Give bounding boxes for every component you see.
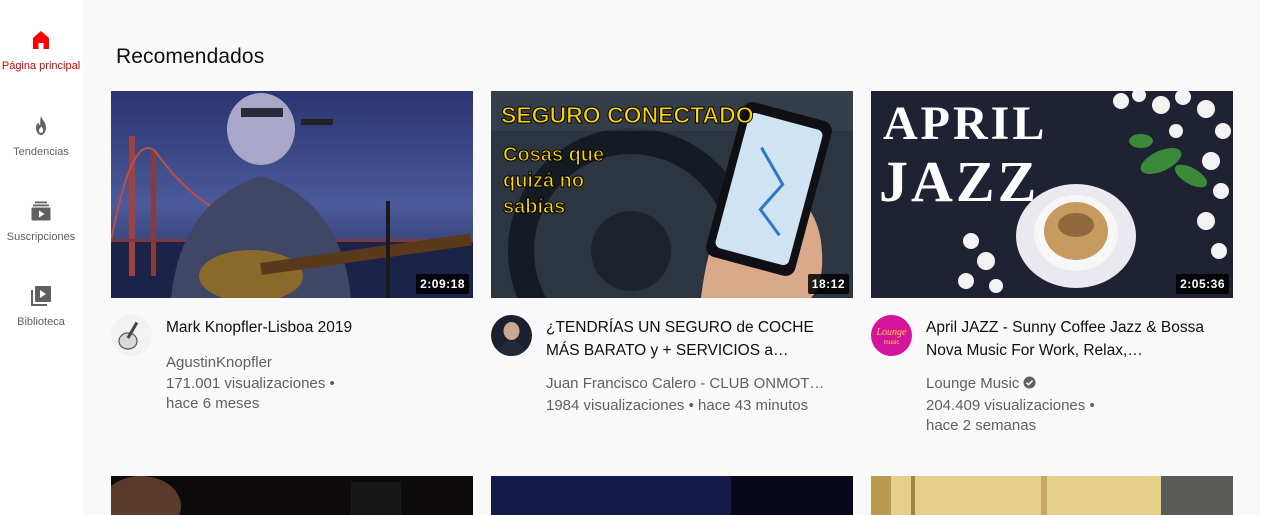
thumbnail-image [111,91,473,298]
sidebar-item-home[interactable]: Página principal [0,12,82,84]
video-card: APRIL JAZZ 2:05:36 Lounge music April JA… [871,91,1233,438]
video-thumbnail[interactable]: APRIL JAZZ 2:05:36 [871,91,1233,298]
person-avatar-image [491,315,532,356]
section-title: Recomendados [116,45,265,68]
guitar-avatar-image [111,315,152,356]
video-thumbnail[interactable] [491,476,853,515]
video-thumbnail[interactable] [871,476,1233,515]
view-count: 204.409 visualizaciones • [926,397,1095,414]
video-details: Mark Knopfler-Lisboa 2019 AgustinKnopfle… [111,298,473,438]
thumb-text-1: APRIL [883,97,1047,150]
video-thumbnail[interactable] [111,476,473,515]
video-title[interactable]: April JAZZ - Sunny Coffee Jazz & Bossa N… [926,316,1221,362]
thumbnail-image: APRIL JAZZ [871,91,1233,298]
channel-name-row[interactable]: Lounge Music [926,375,1036,392]
channel-name[interactable]: AgustinKnopfler [166,354,272,371]
svg-text:Lounge: Lounge [876,327,908,338]
channel-avatar[interactable]: Lounge music [871,315,912,356]
thumb-text-3: quizá no [503,170,584,192]
library-icon [31,286,51,306]
channel-avatar[interactable] [491,315,532,356]
channel-avatar[interactable] [111,315,152,356]
home-icon [33,31,49,49]
sidebar-item-label: Página principal [1,60,81,72]
subscriptions-icon [31,201,51,221]
thumb-text-1: SEGURO CONECTADO [501,102,754,128]
lounge-music-logo-image: Lounge music [871,315,912,356]
video-title[interactable]: ¿TENDRÍAS UN SEGURO de COCHE MÁS BARATO … [546,316,841,362]
sidebar-item-subscriptions[interactable]: Suscripciones [0,183,82,255]
video-card: 2:09:18 Mark Knopfler-Lisboa 2019 Agusti… [111,91,473,438]
thumb-text-4: sabías [503,196,565,218]
video-details: Lounge music April JAZZ - Sunny Coffee J… [871,298,1233,438]
channel-name[interactable]: Lounge Music [926,375,1019,392]
upload-age: hace 2 semanas [926,417,1037,434]
upload-age: hace 6 meses [166,395,260,412]
duration-badge: 2:09:18 [416,274,469,294]
channel-name[interactable]: Juan Francisco Calero - CLUB ONMOT… [546,375,824,392]
youtube-app: Página principal Tendencias Suscripcione… [0,0,1263,515]
video-thumbnail[interactable]: 2:09:18 [111,91,473,298]
thumbnail-image: SEGURO CONECTADO Cosas que quizá no sabí… [491,91,853,298]
duration-badge: 18:12 [807,274,849,294]
video-thumbnail[interactable]: SEGURO CONECTADO Cosas que quizá no sabí… [491,91,853,298]
verified-badge-icon [1023,376,1036,389]
thumbnail-image [111,476,473,515]
video-card: SEGURO CONECTADO Cosas que quizá no sabí… [491,91,853,438]
mini-guide-sidebar: Página principal Tendencias Suscripcione… [0,0,82,515]
browse-content: Recomendados 2:09:18 Mark Knopfler-Lisbo… [82,0,1263,515]
thumb-text-2: JAZZ [879,149,1039,214]
video-title[interactable]: Mark Knopfler-Lisboa 2019 [166,316,461,339]
view-count: 1984 visualizaciones • hace 43 minutos [546,397,809,414]
view-count: 171.001 visualizaciones • [166,375,335,392]
sidebar-item-label: Suscripciones [6,231,76,243]
thumbnail-image [491,476,853,515]
duration-badge: 2:05:36 [1176,274,1229,294]
sidebar-item-trending[interactable]: Tendencias [0,98,82,170]
thumb-text-2: Cosas que [503,144,604,166]
sidebar-item-label: Tendencias [13,146,69,158]
svg-text:music: music [884,340,900,346]
fire-icon [36,116,46,135]
sidebar-item-label: Biblioteca [17,316,65,328]
video-details: ¿TENDRÍAS UN SEGURO de COCHE MÁS BARATO … [491,298,853,438]
sidebar-item-library[interactable]: Biblioteca [0,268,82,340]
thumbnail-image [871,476,1233,515]
